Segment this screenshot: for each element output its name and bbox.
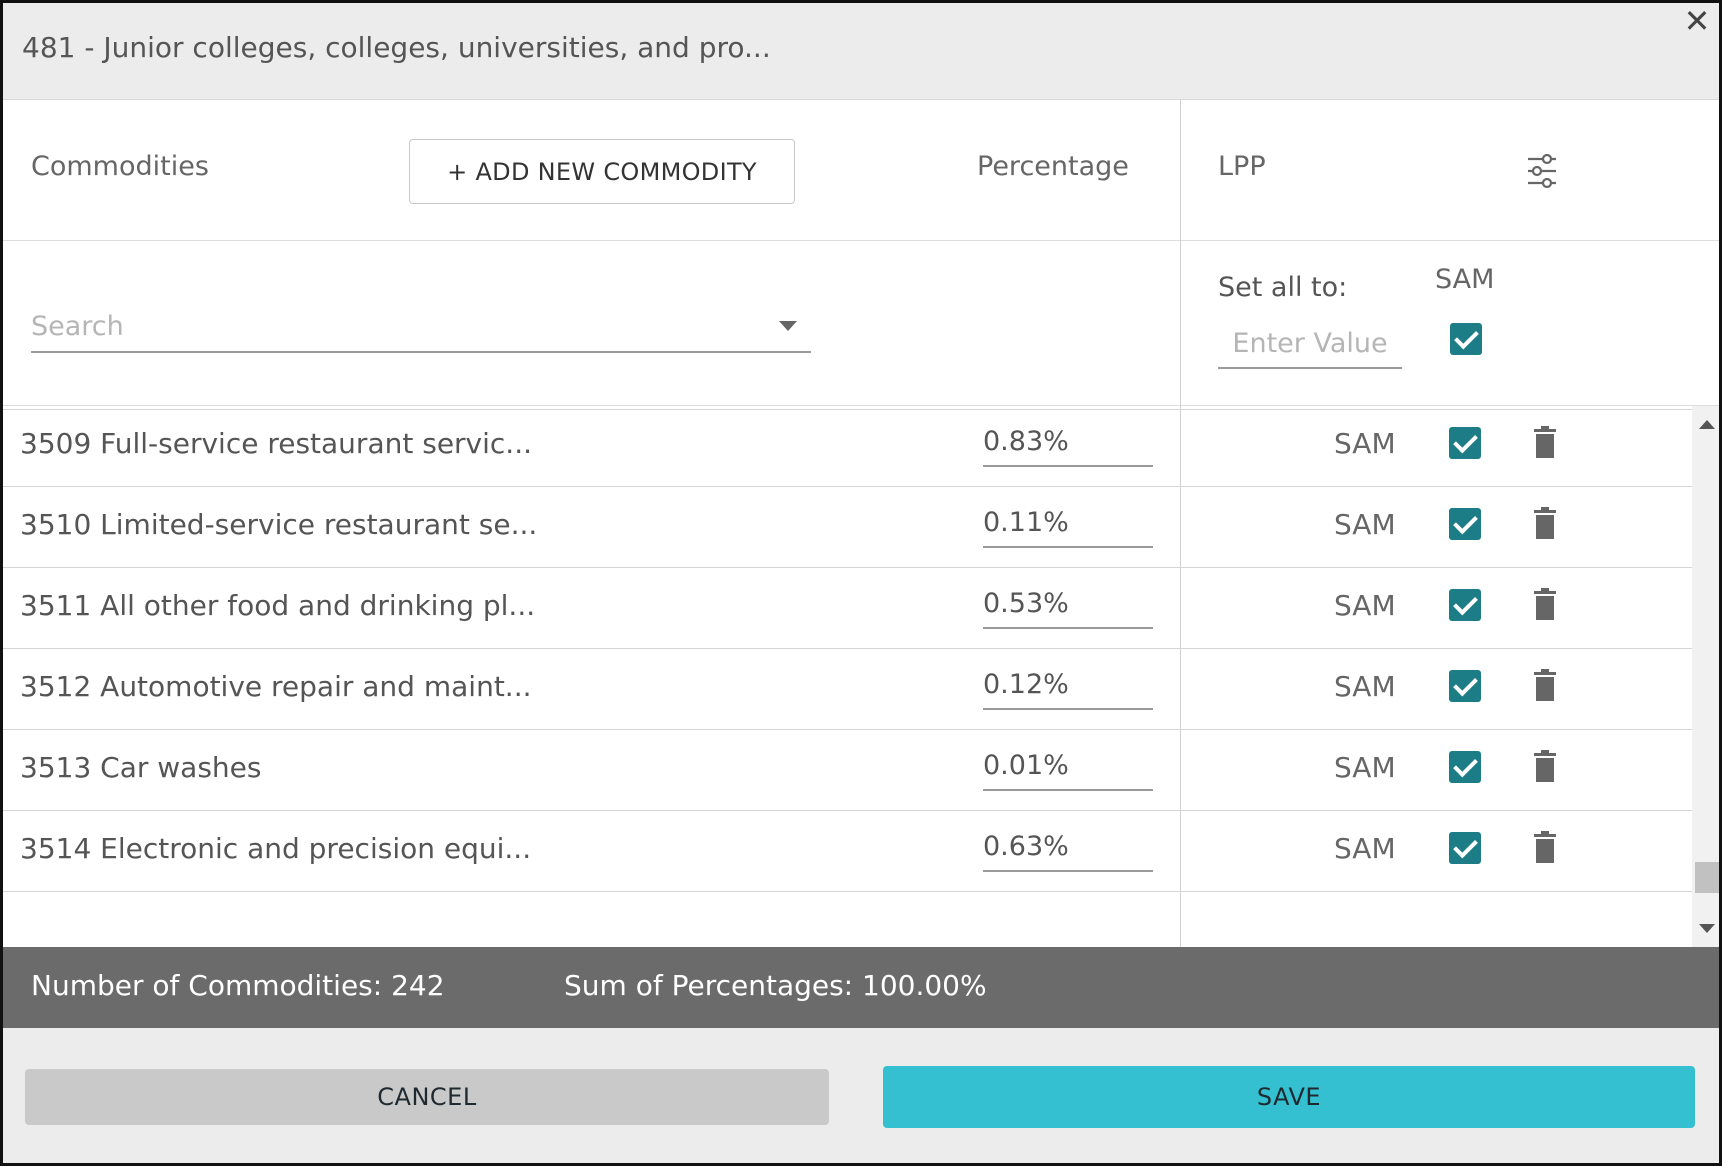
- percentage-field[interactable]: 0.83%: [983, 420, 1153, 467]
- table-row: 3514 Electronic and precision equi... 0.…: [3, 811, 1692, 892]
- column-divider: [1180, 241, 1181, 406]
- commodity-list: 3509 Full-service restaurant servic... 0…: [3, 406, 1692, 947]
- search-input[interactable]: [31, 303, 751, 349]
- table-row: 3512 Automotive repair and maint... 0.12…: [3, 649, 1692, 730]
- commodity-name: 3511 All other food and drinking pl...: [20, 589, 536, 622]
- sam-checkbox[interactable]: [1449, 589, 1481, 621]
- trash-icon[interactable]: [1534, 426, 1556, 458]
- percentage-field[interactable]: 0.11%: [983, 501, 1153, 548]
- dialog-title-bar: 481 - Junior colleges, colleges, univers…: [3, 3, 1719, 100]
- column-divider: [1180, 100, 1181, 241]
- save-button[interactable]: SAVE: [883, 1066, 1695, 1128]
- commodity-name: 3509 Full-service restaurant servic...: [20, 427, 532, 460]
- set-all-label: Set all to:: [1218, 272, 1348, 303]
- table-row: 3510 Limited-service restaurant se... 0.…: [3, 487, 1692, 568]
- commodity-name: 3514 Electronic and precision equi...: [20, 832, 532, 865]
- commodities-header: Commodities: [31, 151, 209, 182]
- trash-icon[interactable]: [1534, 750, 1556, 782]
- percentage-field[interactable]: 0.12%: [983, 663, 1153, 710]
- source-label: SAM: [1334, 508, 1396, 541]
- lpp-header: LPP: [1218, 151, 1266, 182]
- percentage-field[interactable]: 0.53%: [983, 582, 1153, 629]
- source-label: SAM: [1334, 751, 1396, 784]
- sam-checkbox[interactable]: [1449, 670, 1481, 702]
- percentage-field[interactable]: 0.63%: [983, 825, 1153, 872]
- percentage-sum: Sum of Percentages: 100.00%: [564, 969, 987, 1002]
- commodity-name: 3510 Limited-service restaurant se...: [20, 508, 538, 541]
- source-label: SAM: [1334, 427, 1396, 460]
- chevron-down-icon[interactable]: [779, 321, 797, 331]
- search-field: [31, 303, 811, 353]
- source-label: SAM: [1334, 832, 1396, 865]
- set-all-value-input[interactable]: [1218, 319, 1402, 369]
- sam-checkbox[interactable]: [1449, 832, 1481, 864]
- trash-icon[interactable]: [1534, 588, 1556, 620]
- scroll-down-arrow-icon[interactable]: [1699, 924, 1715, 933]
- trash-icon[interactable]: [1534, 669, 1556, 701]
- add-new-commodity-button[interactable]: + ADD NEW COMMODITY: [409, 139, 795, 204]
- trash-icon[interactable]: [1534, 831, 1556, 863]
- percentage-field[interactable]: 0.01%: [983, 744, 1153, 791]
- commodity-dialog: 481 - Junior colleges, colleges, univers…: [0, 0, 1722, 1166]
- sam-checkbox[interactable]: [1449, 427, 1481, 459]
- list-scrollbar[interactable]: [1692, 406, 1719, 947]
- scroll-thumb[interactable]: [1695, 862, 1719, 893]
- dialog-title: 481 - Junior colleges, colleges, univers…: [22, 31, 771, 64]
- percentage-header: Percentage: [977, 151, 1129, 182]
- source-label: SAM: [1334, 589, 1396, 622]
- table-row: 3513 Car washes 0.01% SAM: [3, 730, 1692, 811]
- trash-icon[interactable]: [1534, 507, 1556, 539]
- commodity-name: 3513 Car washes: [20, 751, 262, 784]
- dialog-footer: CANCEL SAVE: [3, 1028, 1719, 1163]
- sam-header: SAM: [1435, 264, 1495, 295]
- filter-settings-icon[interactable]: [1526, 153, 1558, 189]
- set-all-sam-checkbox[interactable]: [1450, 323, 1482, 355]
- sam-checkbox[interactable]: [1449, 508, 1481, 540]
- filter-row: Set all to: SAM: [3, 241, 1719, 406]
- commodity-count: Number of Commodities: 242: [31, 969, 445, 1002]
- scroll-up-arrow-icon[interactable]: [1699, 420, 1715, 429]
- cancel-button[interactable]: CANCEL: [25, 1069, 829, 1125]
- source-label: SAM: [1334, 670, 1396, 703]
- commodity-name: 3512 Automotive repair and maint...: [20, 670, 532, 703]
- sam-checkbox[interactable]: [1449, 751, 1481, 783]
- summary-bar: Number of Commodities: 242 Sum of Percen…: [3, 947, 1719, 1028]
- table-row: 3509 Full-service restaurant servic... 0…: [3, 406, 1692, 487]
- close-icon[interactable]: ✕: [1681, 5, 1713, 37]
- table-header: Commodities + ADD NEW COMMODITY Percenta…: [3, 100, 1719, 241]
- table-row: 3511 All other food and drinking pl... 0…: [3, 568, 1692, 649]
